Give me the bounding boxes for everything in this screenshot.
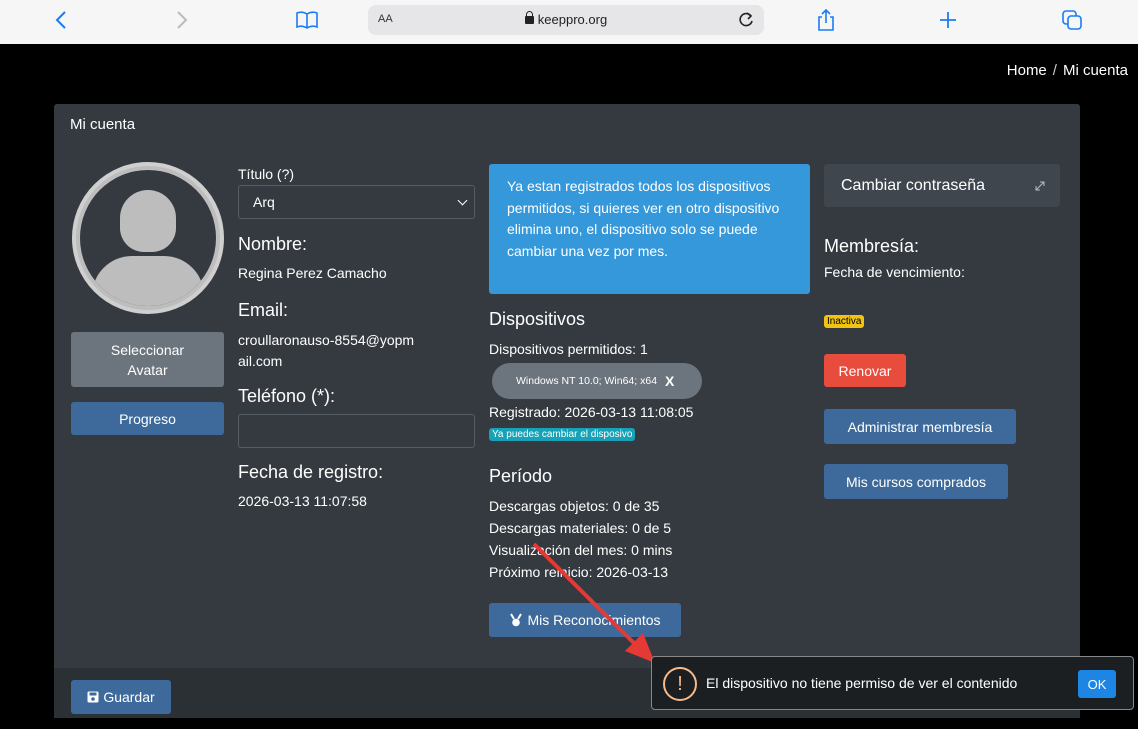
address-bar[interactable]: AA keeppro.org: [368, 5, 764, 35]
save-button[interactable]: Guardar: [71, 680, 171, 714]
achievements-label: Mis Reconocimientos: [527, 612, 661, 628]
warning-icon: !: [663, 667, 697, 701]
tabs-icon[interactable]: [1058, 6, 1086, 34]
breadcrumb-home[interactable]: Home: [1007, 62, 1047, 79]
reload-icon[interactable]: [736, 10, 756, 30]
phone-label: Teléfono (*):: [238, 386, 336, 406]
registration-value: 2026-03-13 11:07:58: [238, 493, 367, 509]
bookmarks-icon[interactable]: [293, 6, 321, 34]
device-chip: Windows NT 10.0; Win64; x64 X: [492, 363, 702, 399]
period-heading: Período: [489, 466, 553, 486]
save-label: Guardar: [103, 689, 155, 705]
toast-message: El dispositivo no tiene permiso de ver e…: [706, 675, 1018, 691]
title-select-value: Arq: [253, 194, 275, 210]
period-objects: Descargas objetos: 0 de 35: [489, 498, 660, 514]
breadcrumb-current: Mi cuenta: [1062, 62, 1128, 79]
phone-input[interactable]: [238, 414, 475, 448]
medal-icon: [510, 613, 523, 627]
error-toast: ! El dispositivo no tiene permiso de ver…: [651, 656, 1134, 710]
lock-icon: [524, 11, 534, 24]
membership-status-badge: Inactiva: [824, 315, 865, 328]
account-card: Mi cuenta Seleccionar Avatar Progreso Tí…: [54, 104, 1080, 718]
device-name: Windows NT 10.0; Win64; x64: [516, 375, 658, 387]
select-avatar-button[interactable]: Seleccionar Avatar: [71, 332, 224, 387]
browser-toolbar: AA keeppro.org: [0, 0, 1138, 44]
achievements-button[interactable]: Mis Reconocimientos: [489, 603, 681, 637]
name-label: Nombre:: [238, 234, 308, 254]
breadcrumb: Home / Mi cuenta: [1007, 62, 1128, 79]
registration-label: Fecha de registro:: [238, 462, 384, 482]
period-materials: Descargas materiales: 0 de 5: [489, 520, 672, 536]
new-tab-icon[interactable]: [934, 6, 962, 34]
expand-icon: [1035, 181, 1045, 191]
title-select[interactable]: Arq: [238, 185, 475, 219]
back-icon[interactable]: [47, 6, 75, 34]
chevron-down-icon: [457, 195, 468, 206]
email-value: croullaronauso-8554@yopmail.com: [238, 332, 415, 369]
url-text: keeppro.org: [537, 12, 608, 27]
period-views: Visualización del mes: 0 mins: [489, 542, 673, 558]
avatar: [72, 162, 224, 314]
change-password-button[interactable]: Cambiar contraseña: [824, 164, 1060, 207]
name-value: Regina Perez Camacho: [238, 265, 387, 281]
membership-heading: Membresía:: [824, 236, 920, 256]
devices-allowed: Dispositivos permitidos: 1: [489, 341, 648, 357]
title-label: Título (?): [238, 166, 295, 182]
devices-alert: Ya estan registrados todos los dispositi…: [489, 164, 810, 294]
change-password-label: Cambiar contraseña: [841, 176, 986, 194]
renew-button[interactable]: Renovar: [824, 354, 906, 387]
progress-button[interactable]: Progreso: [71, 402, 224, 435]
devices-heading: Dispositivos: [489, 309, 586, 329]
share-icon[interactable]: [812, 6, 840, 34]
remove-device-button[interactable]: X: [665, 373, 674, 389]
purchased-courses-button[interactable]: Mis cursos comprados: [824, 464, 1008, 499]
breadcrumb-separator: /: [1052, 62, 1057, 79]
expiry-label: Fecha de vencimiento:: [824, 264, 965, 280]
email-label: Email:: [238, 300, 289, 320]
floppy-icon: [87, 691, 99, 703]
card-title: Mi cuenta: [70, 116, 136, 133]
manage-membership-button[interactable]: Administrar membresía: [824, 409, 1016, 444]
forward-icon[interactable]: [168, 6, 196, 34]
device-registered: Registrado: 2026-03-13 11:08:05: [489, 404, 694, 420]
period-next: Próximo reinicio: 2026-03-13: [489, 564, 668, 580]
toast-ok-button[interactable]: OK: [1078, 670, 1116, 698]
device-change-badge: Ya puedes cambiar el disposivo: [489, 428, 636, 441]
